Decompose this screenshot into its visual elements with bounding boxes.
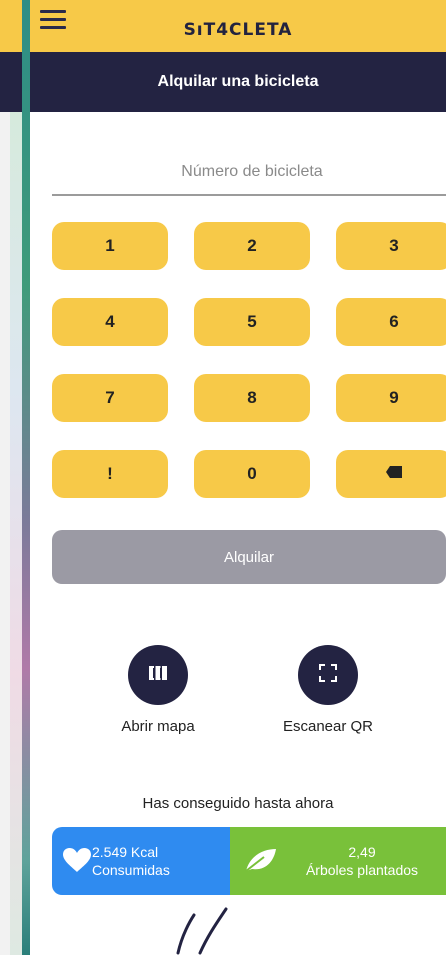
- background-pattern-strip: [10, 112, 22, 955]
- achievements-title: Has conseguido hasta ahora: [142, 795, 334, 812]
- calories-value: 2.549 Kcal: [92, 844, 159, 860]
- trees-value: 2,49: [348, 844, 376, 860]
- map-icon: [148, 664, 168, 687]
- app-header: SıT4CLETA: [30, 0, 446, 52]
- keypad-key-8[interactable]: 8: [194, 374, 310, 422]
- keypad-key-0[interactable]: 0: [194, 450, 310, 498]
- background-bottom-decoration: [30, 905, 446, 955]
- keypad-key-2[interactable]: 2: [194, 222, 310, 270]
- keypad-key-3[interactable]: 3: [336, 222, 446, 270]
- keypad-key-7[interactable]: 7: [52, 374, 168, 422]
- calories-label: Consumidas: [92, 862, 170, 878]
- trees-stat-card: 2,49 Árboles plantados: [230, 827, 446, 895]
- keypad-backspace-button[interactable]: [336, 450, 446, 498]
- app-logo: SıT4CLETA: [183, 20, 293, 40]
- keypad-key-1[interactable]: 1: [52, 222, 168, 270]
- handwritten-squiggle-decoration: [176, 907, 228, 955]
- qr-scan-icon: [318, 663, 338, 688]
- scan-qr-button[interactable]: [298, 645, 358, 705]
- scan-qr-label[interactable]: Escanear QR: [248, 718, 408, 735]
- keypad-key-9[interactable]: 9: [336, 374, 446, 422]
- rent-bike-screen: SıT4CLETA Alquilar una bicicleta 1 2 3 4…: [30, 0, 446, 905]
- trees-label: Árboles plantados: [305, 862, 419, 878]
- open-map-label[interactable]: Abrir mapa: [78, 718, 238, 735]
- leaf-icon: [244, 847, 278, 876]
- page-title: Alquilar una bicicleta: [30, 52, 446, 112]
- keypad-key-6[interactable]: 6: [336, 298, 446, 346]
- heart-icon: [62, 847, 92, 876]
- bike-number-input[interactable]: [52, 150, 446, 196]
- background-header-strip: [0, 0, 22, 52]
- keypad-key-5[interactable]: 5: [194, 298, 310, 346]
- open-map-button[interactable]: [128, 645, 188, 705]
- background-band-strip: [0, 52, 22, 112]
- rent-button[interactable]: Alquilar: [52, 530, 446, 584]
- calories-stat-card: 2.549 Kcal Consumidas: [52, 827, 230, 895]
- backspace-icon: [385, 464, 403, 484]
- keypad-key-exclamation[interactable]: !: [52, 450, 168, 498]
- background-previous-screen: [0, 0, 22, 955]
- keypad-key-4[interactable]: 4: [52, 298, 168, 346]
